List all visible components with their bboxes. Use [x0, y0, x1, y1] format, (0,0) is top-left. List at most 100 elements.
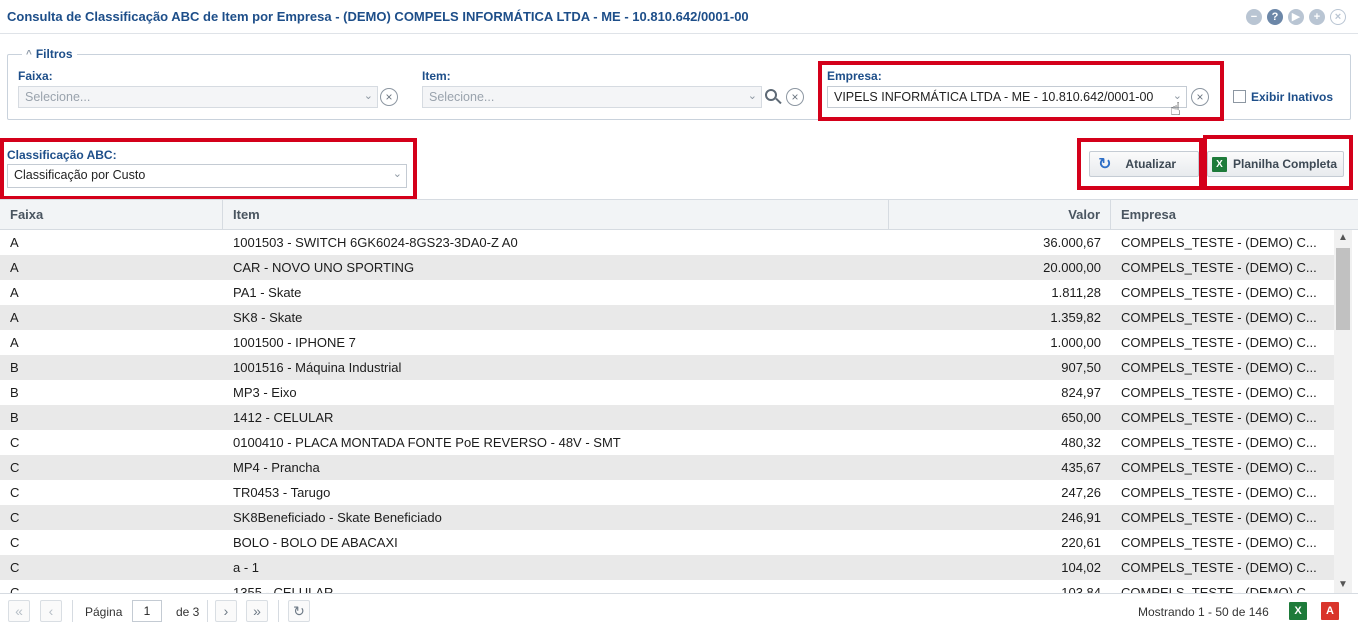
table-row[interactable]: A CAR - NOVO UNO SPORTING 20.000,00 COMPELS… — [0, 255, 1334, 280]
export-pdf-icon[interactable]: A — [1321, 602, 1339, 620]
cell-valor: 104,02 — [1061, 560, 1101, 575]
cell-valor: 220,61 — [1061, 535, 1101, 550]
search-icon[interactable] — [764, 88, 782, 106]
table-row[interactable]: B 1412 - CELULAR 650,00 COMPELS_TESTE - (DE… — [0, 405, 1334, 430]
item-select[interactable]: Selecione... ⌄ — [422, 86, 762, 108]
cell-faixa: A — [10, 260, 19, 275]
chevron-down-icon[interactable]: ⌄ — [748, 89, 757, 102]
exibir-inativos-label[interactable]: Exibir Inativos — [1251, 90, 1333, 104]
faixa-label: Faixa: — [18, 69, 53, 83]
table-row[interactable]: A SK8 - Skate 1.359,82 COMPELS_TESTE - (DEM… — [0, 305, 1334, 330]
item-clear-icon[interactable]: × — [786, 88, 804, 106]
cell-item: SK8Beneficiado - Skate Beneficiado — [233, 510, 442, 525]
faixa-clear-icon[interactable]: × — [380, 88, 398, 106]
next-page-icon[interactable]: › — [215, 600, 237, 622]
cell-valor: 824,97 — [1061, 385, 1101, 400]
filters-legend[interactable]: ^ Filtros — [22, 47, 77, 61]
table-row[interactable]: C SK8Beneficiado - Skate Beneficiado 246,9… — [0, 505, 1334, 530]
cell-item: a - 1 — [233, 560, 260, 575]
col-empresa[interactable]: Empresa — [1111, 200, 1358, 229]
cell-faixa: B — [10, 360, 19, 375]
cell-empresa: COMPELS_TESTE - (DEMO) C... — [1121, 585, 1317, 593]
table-row[interactable]: A 1001503 - SWITCH 6GK6024-8GS23-3DA0-Z A… — [0, 230, 1334, 255]
cell-valor: 36.000,67 — [1043, 235, 1101, 250]
scroll-down-icon[interactable]: ▼ — [1334, 577, 1352, 593]
exibir-inativos-checkbox[interactable] — [1233, 90, 1246, 103]
chevron-down-icon[interactable]: ⌄ — [364, 89, 373, 102]
cell-valor: 1.811,28 — [1051, 285, 1101, 300]
faixa-select[interactable]: Selecione... ⌄ — [18, 86, 378, 108]
cell-empresa: COMPELS_TESTE - (DEMO) C... — [1121, 310, 1317, 325]
table-row[interactable]: B MP3 - Eixo 824,97 COMPELS_TESTE - (DEMO) … — [0, 380, 1334, 405]
cell-valor: 1.359,82 — [1050, 310, 1101, 325]
cell-item: 1001500 - IPHONE 7 — [233, 335, 356, 350]
cell-empresa: COMPELS_TESTE - (DEMO) C... — [1121, 385, 1317, 400]
cell-item: PA1 - Skate — [233, 285, 302, 300]
play-icon[interactable]: ▶ — [1288, 9, 1304, 25]
cell-valor: 103,84 — [1061, 585, 1101, 593]
table-row[interactable]: C 1355 - CELULAR 103,84 COMPELS_TESTE - (DE… — [0, 580, 1334, 593]
cell-empresa: COMPELS_TESTE - (DEMO) C... — [1121, 285, 1317, 300]
cell-faixa: A — [10, 235, 19, 250]
cell-faixa: C — [10, 510, 20, 525]
table-row[interactable]: A 1001500 - IPHONE 7 1.000,00 COMPELS_TESTE… — [0, 330, 1334, 355]
cell-valor: 20.000,00 — [1043, 260, 1101, 275]
window-titlebar: Consulta de Classificação ABC de Item po… — [0, 0, 1358, 34]
highlight-planilha — [1203, 135, 1353, 190]
window-title: Consulta de Classificação ABC de Item po… — [7, 9, 749, 24]
minimize-icon[interactable]: − — [1246, 9, 1262, 25]
pager: « ‹ Página 1 de 3 › » ↻ Mostrando 1 - 50… — [0, 593, 1358, 626]
cell-item: 1001503 - SWITCH 6GK6024-8GS23-3DA0-Z A0 — [233, 235, 518, 250]
col-item[interactable]: Item — [223, 200, 889, 229]
export-excel-icon[interactable]: X — [1289, 602, 1307, 620]
page-input[interactable]: 1 — [132, 600, 162, 622]
collapse-icon[interactable]: ^ — [26, 49, 32, 60]
cell-item: TR0453 - Tarugo — [233, 485, 331, 500]
cell-faixa: C — [10, 535, 20, 550]
table-row[interactable]: C BOLO - BOLO DE ABACAXI 220,61 COMPELS_TES… — [0, 530, 1334, 555]
page-total-label: de 3 — [176, 605, 200, 619]
close-icon[interactable]: × — [1330, 9, 1346, 25]
cell-empresa: COMPELS_TESTE - (DEMO) C... — [1121, 335, 1317, 350]
cell-item: BOLO - BOLO DE ABACAXI — [233, 535, 398, 550]
table-row[interactable]: C TR0453 - Tarugo 247,26 COMPELS_TESTE - (D… — [0, 480, 1334, 505]
prev-page-icon[interactable]: ‹ — [40, 600, 62, 622]
cell-valor: 1.000,00 — [1050, 335, 1101, 350]
cell-empresa: COMPELS_TESTE - (DEMO) C... — [1121, 260, 1317, 275]
table-row[interactable]: A PA1 - Skate 1.811,28 COMPELS_TESTE - (DEM… — [0, 280, 1334, 305]
table-row[interactable]: C MP4 - Prancha 435,67 COMPELS_TESTE - (DEM… — [0, 455, 1334, 480]
col-faixa[interactable]: Faixa — [0, 200, 223, 229]
help-icon[interactable]: ? — [1267, 9, 1283, 25]
grid-body: A 1001503 - SWITCH 6GK6024-8GS23-3DA0-Z A… — [0, 230, 1334, 593]
vertical-scrollbar[interactable]: ▲ ▼ — [1334, 230, 1352, 593]
cell-faixa: C — [10, 560, 20, 575]
table-row[interactable]: B 1001516 - Máquina Industrial 907,50 COMPE… — [0, 355, 1334, 380]
cell-valor: 246,91 — [1061, 510, 1101, 525]
cell-faixa: A — [10, 335, 19, 350]
scroll-up-icon[interactable]: ▲ — [1334, 230, 1352, 246]
cell-valor: 480,32 — [1061, 435, 1101, 450]
cell-empresa: COMPELS_TESTE - (DEMO) C... — [1121, 410, 1317, 425]
add-icon[interactable]: + — [1309, 9, 1325, 25]
filters-legend-label: Filtros — [35, 47, 73, 61]
cell-faixa: C — [10, 485, 20, 500]
refresh-page-icon[interactable]: ↻ — [288, 600, 310, 622]
cell-empresa: COMPELS_TESTE - (DEMO) C... — [1121, 510, 1317, 525]
cell-empresa: COMPELS_TESTE - (DEMO) C... — [1121, 435, 1317, 450]
last-page-icon[interactable]: » — [246, 600, 268, 622]
item-label: Item: — [422, 69, 451, 83]
cell-faixa: C — [10, 435, 20, 450]
cell-item: MP4 - Prancha — [233, 460, 320, 475]
page-label: Página — [85, 605, 123, 619]
cell-faixa: B — [10, 410, 19, 425]
first-page-icon[interactable]: « — [8, 600, 30, 622]
faixa-placeholder: Selecione... — [25, 90, 91, 104]
table-row[interactable]: C 0100410 - PLACA MONTADA FONTE PoE REVER… — [0, 430, 1334, 455]
cell-item: CAR - NOVO UNO SPORTING — [233, 260, 415, 275]
highlight-atualizar — [1077, 138, 1203, 190]
cell-faixa: A — [10, 310, 19, 325]
table-row[interactable]: Ca - 1 104,02 COMPELS_TESTE - (DEMO) C... — [0, 555, 1334, 580]
cell-faixa: C — [10, 460, 20, 475]
col-valor[interactable]: Valor — [889, 200, 1111, 229]
scroll-thumb[interactable] — [1336, 248, 1350, 330]
